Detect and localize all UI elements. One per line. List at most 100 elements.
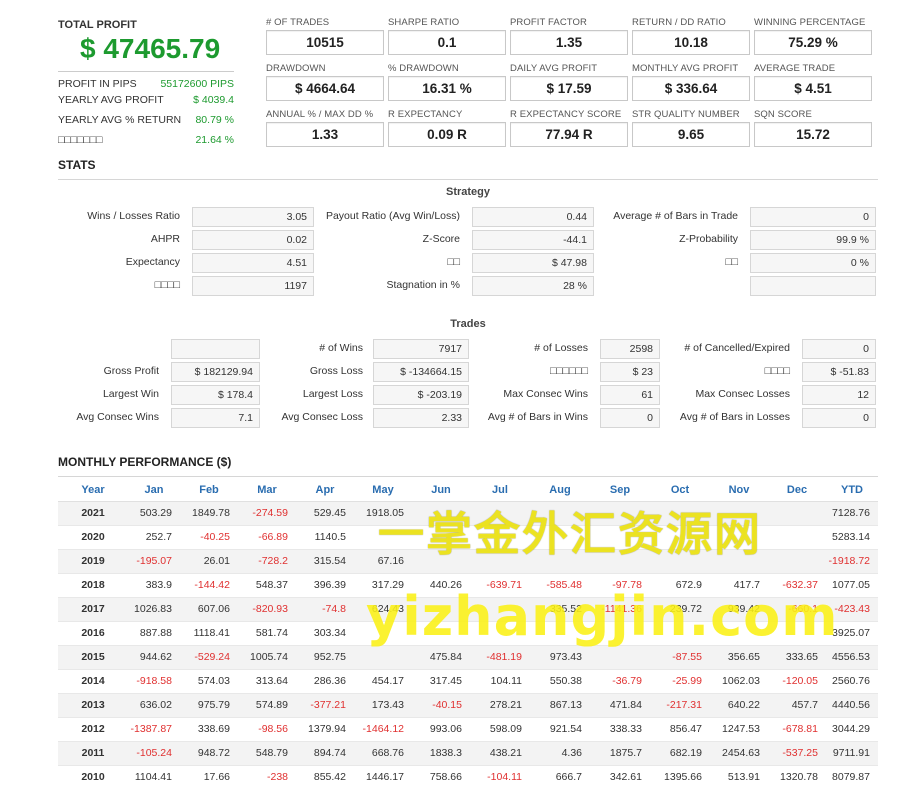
value-cell: -120.05 [768, 669, 826, 694]
metric-card: STR QUALITY NUMBER 9.65 [632, 109, 750, 147]
stat-label: Gross Profit [103, 365, 159, 377]
value-cell: -40.25 [180, 525, 238, 550]
stat-label: Avg Consec Loss [281, 411, 363, 423]
value-cell [650, 501, 710, 526]
stat-value: $ 47.98 [472, 253, 594, 273]
stat-value: $ -203.19 [373, 385, 469, 405]
total-profit-label: TOTAL PROFIT [58, 19, 137, 31]
column-header[interactable]: May [354, 479, 412, 502]
stat-value: $ 23 [600, 362, 660, 382]
column-header[interactable]: Jul [470, 479, 530, 502]
year-cell: 2014 [58, 669, 128, 694]
trades-title: Trades [450, 318, 486, 330]
column-header[interactable]: Oct [650, 479, 710, 502]
stat-value: 12 [802, 385, 876, 405]
value-cell: -66.89 [238, 525, 296, 550]
value-cell [412, 525, 470, 550]
stat-value: 61 [600, 385, 660, 405]
metric-card-label: % DRAWDOWN [388, 63, 459, 74]
table-row: 2013 636.02 975.79 574.89 -377.21 173.43 -40.1… [58, 693, 878, 718]
metric-card-label: SHARPE RATIO [388, 17, 460, 28]
metric-card: SQN SCORE 15.72 [754, 109, 872, 147]
stat-label: # of Cancelled/Expired [684, 342, 790, 354]
value-cell: -660.1 [768, 597, 826, 622]
value-cell: 9711.91 [826, 741, 878, 766]
column-header[interactable]: Mar [238, 479, 296, 502]
column-header[interactable]: Dec [768, 479, 826, 502]
stat-label: Z-Probability [679, 233, 738, 245]
value-cell: 758.66 [412, 765, 470, 786]
value-cell: 3044.29 [826, 717, 878, 742]
value-cell: 7128.76 [826, 501, 878, 526]
value-cell [354, 645, 412, 670]
value-cell: 503.29 [128, 501, 180, 526]
column-header[interactable]: Jun [412, 479, 470, 502]
stat-value: $ 182129.94 [171, 362, 260, 382]
metric-card-label: PROFIT FACTOR [510, 17, 587, 28]
table-row: 2018 383.9 -144.42 548.37 396.39 317.29 440.26… [58, 573, 878, 598]
value-cell: 317.29 [354, 573, 412, 598]
value-cell: -529.24 [180, 645, 238, 670]
metric-card-value: 0.09 R [388, 122, 506, 147]
stat-value: 0 % [750, 253, 876, 273]
year-cell: 2018 [58, 573, 128, 598]
stat-label: Average # of Bars in Trade [613, 210, 738, 222]
value-cell: 2560.76 [826, 669, 878, 694]
value-cell: 921.54 [530, 717, 590, 742]
divider [58, 476, 878, 477]
stat-label: # of Losses [534, 342, 588, 354]
column-header[interactable]: Sep [590, 479, 650, 502]
metric-card-value: 15.72 [754, 122, 872, 147]
value-cell: 529.45 [296, 501, 354, 526]
value-cell: 333.65 [768, 645, 826, 670]
value-cell: 1379.94 [296, 717, 354, 742]
summary-value: $ 4039.4 [193, 94, 234, 106]
year-cell: 2010 [58, 765, 128, 786]
metric-card: PROFIT FACTOR 1.35 [510, 17, 628, 55]
stat-value: 2.33 [373, 408, 469, 428]
summary-label: □□□□□□□ [58, 134, 103, 146]
stats-title: STATS [58, 158, 96, 172]
column-header[interactable]: Nov [710, 479, 768, 502]
stat-label: # of Wins [319, 342, 363, 354]
value-cell: 887.88 [128, 621, 180, 646]
metric-card-value: $ 4664.64 [266, 76, 384, 101]
year-cell: 2020 [58, 525, 128, 550]
value-cell [710, 501, 768, 526]
column-header[interactable]: Jan [128, 479, 180, 502]
value-cell: 2454.63 [710, 741, 768, 766]
metric-card: R EXPECTANCY 0.09 R [388, 109, 506, 147]
stat-label: □□ [725, 256, 738, 268]
column-header[interactable]: Aug [530, 479, 590, 502]
column-header[interactable]: Apr [296, 479, 354, 502]
value-cell: -238 [238, 765, 296, 786]
value-cell: 682.19 [650, 741, 710, 766]
stat-label: Max Consec Wins [503, 388, 588, 400]
value-cell: -918.58 [128, 669, 180, 694]
stat-value: $ -51.83 [802, 362, 876, 382]
metric-card-value: 0.1 [388, 30, 506, 55]
value-cell [590, 549, 650, 574]
value-cell: -104.11 [470, 765, 530, 786]
table-row: 2019 -195.07 26.01 -728.2 315.54 67.16 -1918.7… [58, 549, 878, 574]
value-cell: -481.19 [470, 645, 530, 670]
column-header[interactable]: YTD [826, 479, 878, 502]
column-header[interactable]: Year [58, 479, 128, 502]
metric-card-value: 9.65 [632, 122, 750, 147]
value-cell: 993.06 [412, 717, 470, 742]
stat-label: □□□□ [764, 365, 790, 377]
value-cell [768, 549, 826, 574]
value-cell: 574.03 [180, 669, 238, 694]
metric-card-label: R EXPECTANCY [388, 109, 463, 120]
value-cell [650, 621, 710, 646]
value-cell: 574.89 [238, 693, 296, 718]
value-cell: 438.21 [470, 741, 530, 766]
summary-label: YEARLY AVG PROFIT [58, 94, 164, 106]
value-cell: -36.79 [590, 669, 650, 694]
value-cell [470, 501, 530, 526]
value-cell: 286.36 [296, 669, 354, 694]
table-row: 2015 944.62 -529.24 1005.74 952.75 475.84 -481… [58, 645, 878, 670]
column-header[interactable]: Feb [180, 479, 238, 502]
monthly-title: MONTHLY PERFORMANCE ($) [58, 455, 232, 469]
stat-label: Largest Win [102, 388, 159, 400]
